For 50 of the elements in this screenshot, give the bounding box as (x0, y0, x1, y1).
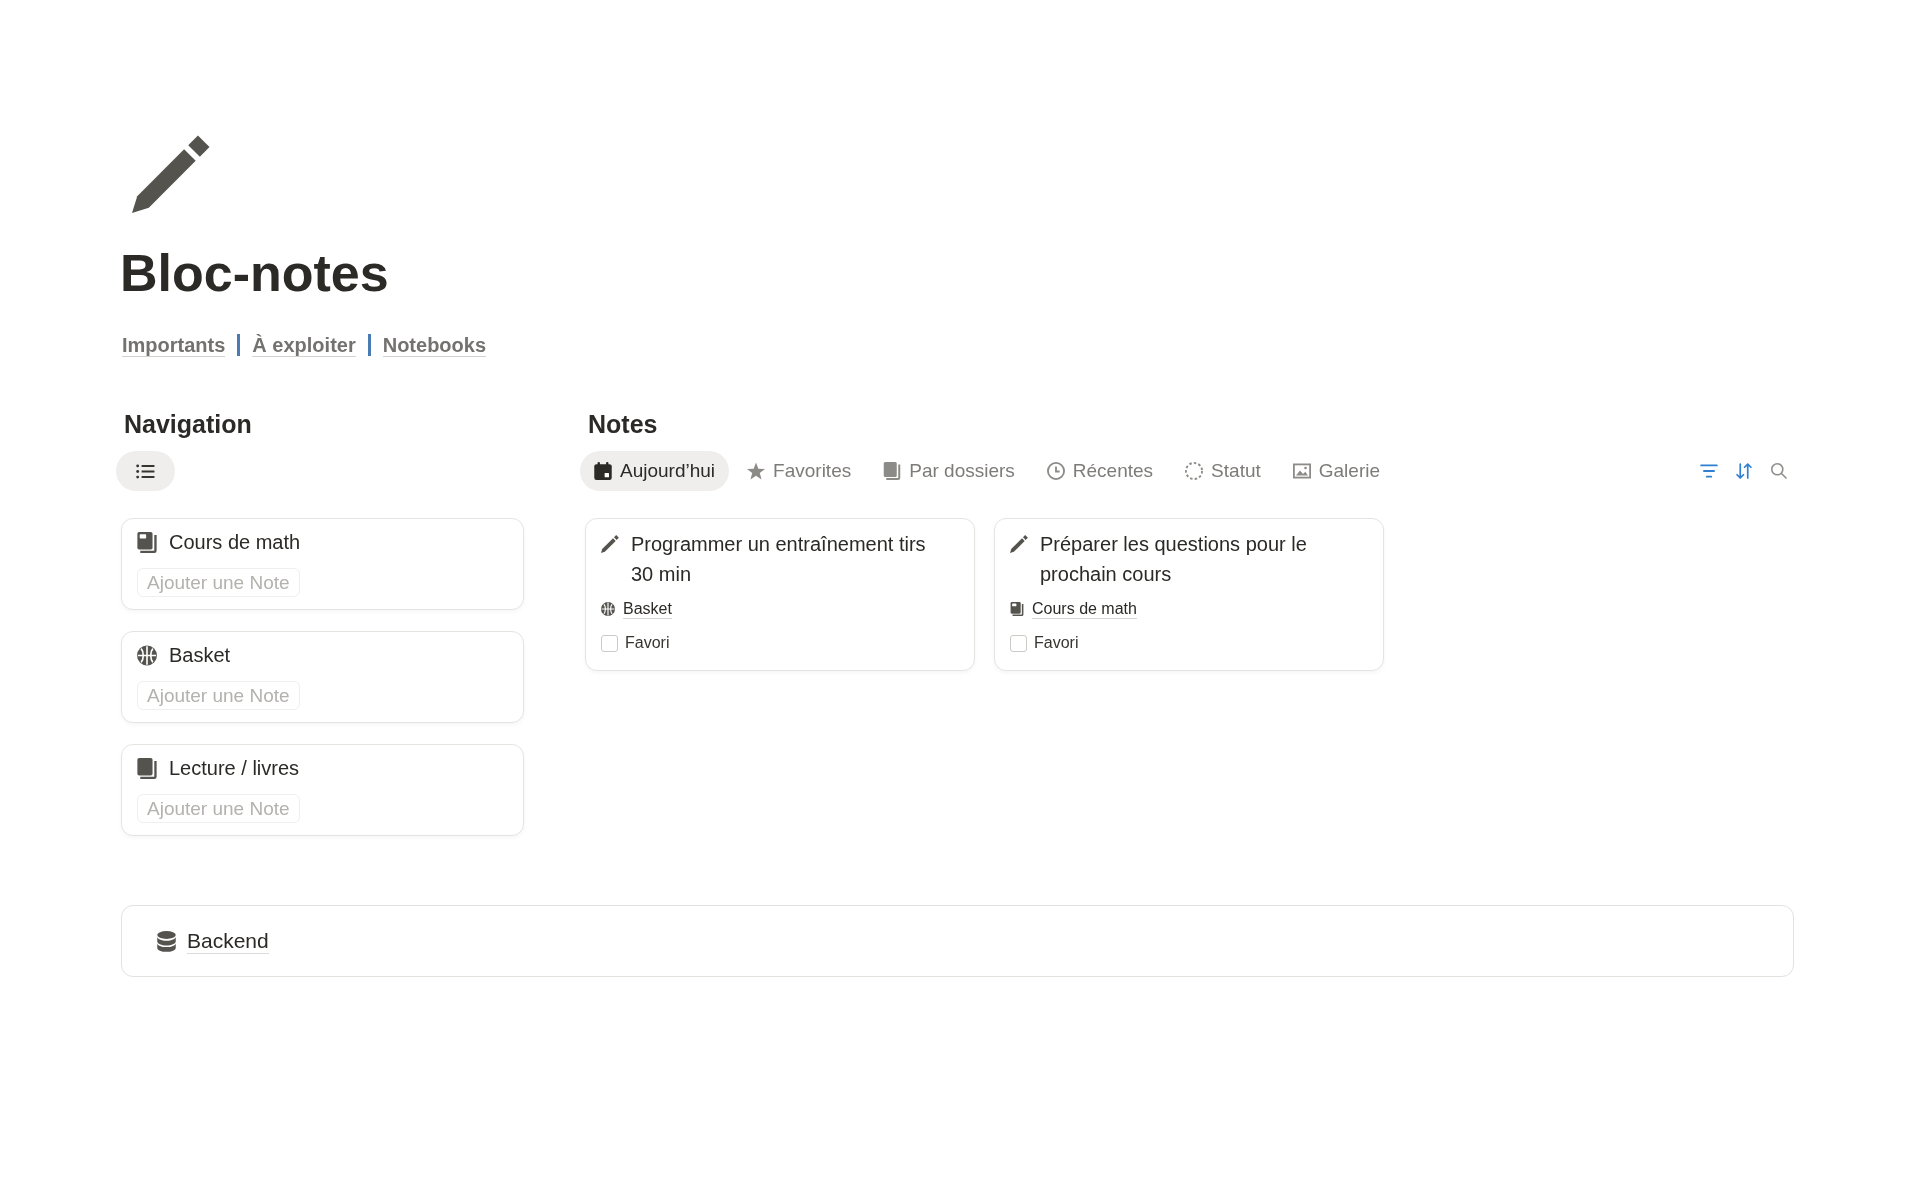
view-tab[interactable]: Favorites (733, 451, 866, 491)
view-tab[interactable] (116, 451, 175, 491)
card-title: Cours de math (169, 530, 301, 554)
category-card[interactable]: Basket Ajouter une Note (121, 631, 524, 723)
view-tab[interactable]: Récentes (1032, 451, 1168, 491)
card-title: Basket (169, 643, 231, 667)
checkbox[interactable] (601, 634, 618, 652)
pages-icon (883, 462, 902, 480)
note-card[interactable]: Programmer un entraînement tirs 30 min Basket Favori (585, 518, 975, 671)
section-heading: Navigation (124, 409, 252, 440)
pencil-icon (132, 135, 210, 213)
page-link[interactable]: À exploiter (252, 333, 356, 357)
category-card[interactable]: Cours de math Ajouter une Note (121, 518, 524, 610)
checkbox-label: Favori (1034, 634, 1079, 652)
notebook-icon (137, 531, 157, 553)
basketball-icon (137, 644, 157, 666)
clock-icon (1046, 462, 1065, 480)
pencil-icon (1010, 535, 1028, 553)
pencil-icon (601, 535, 619, 553)
note-title: Programmer un entraînement tirs 30 min (631, 532, 927, 587)
dashed-circle-icon (1185, 462, 1204, 480)
list-icon (136, 463, 155, 479)
note-card[interactable]: Préparer les questions pour le prochain cours Cours de math Favori (994, 518, 1384, 671)
search-icon[interactable] (1770, 463, 1788, 479)
database-icon (157, 930, 176, 952)
note-title: Préparer les questions pour le prochain cours (1040, 532, 1308, 587)
view-tab[interactable]: Statut (1171, 451, 1275, 491)
checkbox-label: Favori (625, 634, 670, 652)
category-link[interactable]: Basket (623, 599, 672, 619)
image-icon (1292, 462, 1311, 480)
calendar-icon (594, 462, 612, 480)
book-icon (137, 757, 157, 779)
card-title: Lecture / livres (169, 756, 300, 780)
backend-link[interactable]: Backend (187, 928, 269, 954)
basketball-icon (601, 602, 615, 616)
category-link[interactable]: Cours de math (1032, 599, 1137, 619)
sort-icon[interactable] (1735, 463, 1753, 479)
notebook-icon (1010, 602, 1024, 616)
page-title: Bloc-notes (120, 243, 389, 304)
checkbox[interactable] (1010, 634, 1027, 652)
category-card[interactable]: Lecture / livres Ajouter une Note (121, 744, 524, 836)
view-tab[interactable]: Par dossiers (869, 451, 1029, 491)
view-tab[interactable]: Galerie (1278, 451, 1394, 491)
page-link[interactable]: Importants (122, 333, 226, 357)
view-tab[interactable]: Aujourd’hui (580, 451, 730, 491)
page-link[interactable]: Notebooks (382, 333, 487, 357)
filter-icon[interactable] (1700, 463, 1718, 479)
backend-block[interactable]: Backend (121, 905, 1794, 977)
section-heading: Notes (588, 409, 658, 440)
star-icon (747, 462, 766, 480)
